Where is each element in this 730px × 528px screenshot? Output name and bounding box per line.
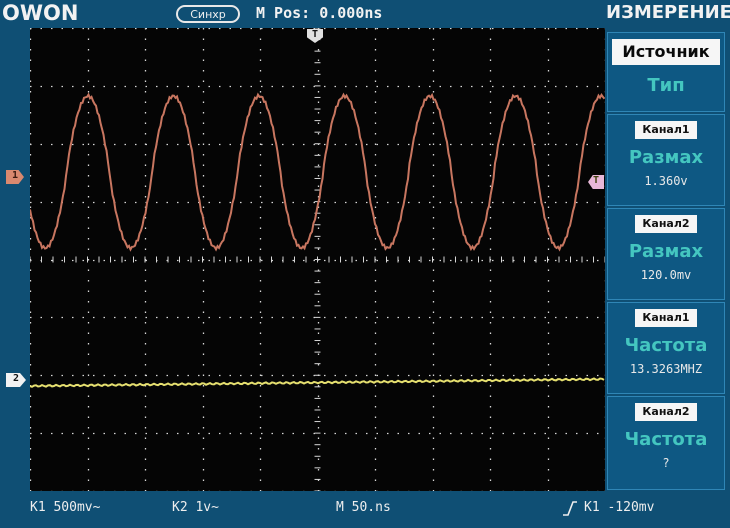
sync-status-badge: Синхр — [176, 5, 240, 23]
trigger-readout: K1 -120mv — [584, 500, 655, 515]
waveform-grid — [30, 28, 605, 491]
measure-type: Частота — [624, 335, 708, 356]
waveform-display — [30, 28, 605, 491]
ch2-waveform — [30, 377, 605, 388]
ch2-scale-readout: K2 1v~ — [172, 500, 219, 515]
measure-side-menu: Источник Тип Канал1 Размах 1.360v Канал2… — [607, 28, 727, 491]
measure-value: 1.360v — [644, 174, 688, 188]
ch2-level-marker: 2 — [6, 373, 26, 387]
source-type-button[interactable]: Источник Тип — [607, 32, 725, 112]
measure-slot-1[interactable]: Канал1 Размах 1.360v — [607, 114, 725, 206]
status-bar: K1 500mv~ K2 1v~ M 50.ns K1 -120mv — [0, 492, 730, 528]
ch1-waveform — [30, 92, 605, 252]
ch1-level-marker: 1 — [6, 170, 24, 184]
type-label: Тип — [647, 75, 685, 96]
measure-channel-tag: Канал1 — [635, 121, 697, 139]
measure-channel-tag: Канал2 — [635, 215, 697, 233]
brand-logo: OWON — [2, 1, 79, 25]
measure-channel-tag: Канал1 — [635, 309, 697, 327]
measure-channel-tag: Канал2 — [635, 403, 697, 421]
measure-slot-4[interactable]: Канал2 Частота ? — [607, 396, 725, 490]
ch1-scale-readout: K1 500mv~ — [30, 500, 101, 515]
rising-edge-icon — [563, 501, 577, 516]
menu-title: ИЗМЕРЕНИЕ — [606, 2, 730, 23]
measure-value: 120.0mv — [640, 268, 692, 282]
timebase-readout: M 50.ns — [336, 500, 391, 515]
top-bar: OWON Синхр M Pos: 0.000ns ИЗМЕРЕНИЕ — [0, 0, 730, 28]
source-label: Источник — [612, 39, 720, 65]
measure-type: Размах — [628, 241, 704, 262]
measure-slot-3[interactable]: Канал1 Частота 13.3263MHZ — [607, 302, 725, 394]
measure-slot-2[interactable]: Канал2 Размах 120.0mv — [607, 208, 725, 300]
measure-value: ? — [662, 456, 670, 470]
measure-value: 13.3263MHZ — [629, 362, 703, 376]
measure-type: Частота — [624, 429, 708, 450]
horizontal-position-readout: M Pos: 0.000ns — [256, 4, 383, 22]
measure-type: Размах — [628, 147, 704, 168]
